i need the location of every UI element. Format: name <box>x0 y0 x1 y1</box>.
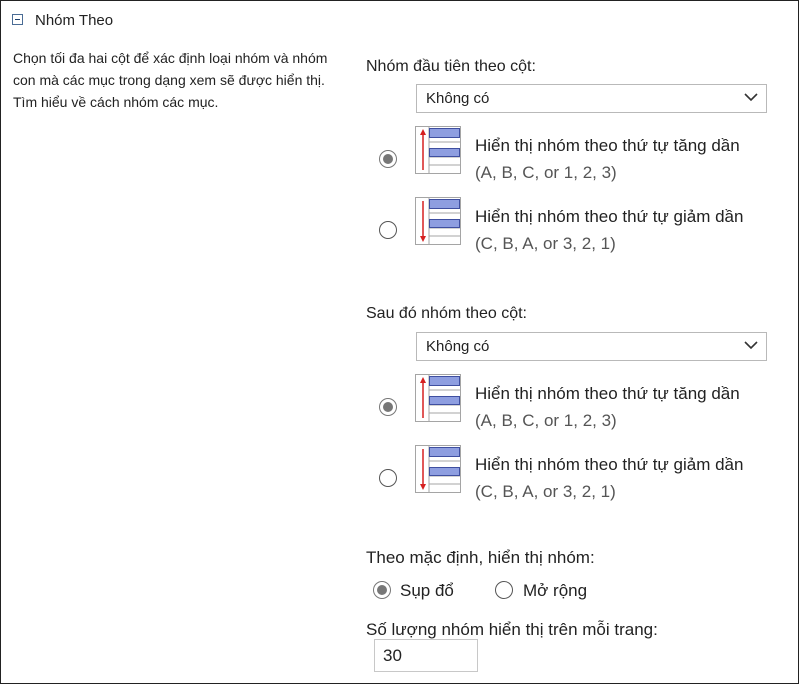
default-display-label: Theo mặc định, hiển thị nhóm: <box>366 548 595 567</box>
second-group-descending-label: Hiển thị nhóm theo thứ tự giảm dần <box>475 455 744 474</box>
collapsed-label[interactable]: Sụp đổ <box>400 581 454 601</box>
group-by-panel: Nhóm Theo Chọn tối đa hai cột để xác địn… <box>0 0 799 684</box>
second-group-descending-radio[interactable] <box>379 469 397 487</box>
chevron-down-icon <box>744 341 758 350</box>
second-group-label: Sau đó nhóm theo cột: <box>366 305 527 322</box>
first-group-ascending-radio[interactable] <box>379 150 397 168</box>
first-group-ascending-label: Hiển thị nhóm theo thứ tự tăng dần <box>475 136 740 155</box>
first-group-descending-hint: (C, B, A, or 3, 2, 1) <box>475 234 616 253</box>
expanded-label[interactable]: Mở rộng <box>523 581 587 601</box>
second-group-ascending-label: Hiển thị nhóm theo thứ tự tăng dần <box>475 384 740 403</box>
first-group-column-select[interactable]: Không có <box>416 84 767 113</box>
second-group-ascending-hint: (A, B, C, or 1, 2, 3) <box>475 411 617 430</box>
second-group-descending-hint: (C, B, A, or 3, 2, 1) <box>475 482 616 501</box>
groups-per-page-label: Số lượng nhóm hiển thị trên mỗi trang: <box>366 620 658 639</box>
chevron-down-icon <box>744 93 758 102</box>
section-title: Nhóm Theo <box>35 12 114 29</box>
sort-descending-icon <box>415 197 461 245</box>
first-group-ascending-hint: (A, B, C, or 1, 2, 3) <box>475 163 617 182</box>
collapsed-radio[interactable] <box>373 581 391 599</box>
groups-per-page-input[interactable] <box>374 639 478 672</box>
sort-ascending-icon <box>415 126 461 174</box>
first-group-label: Nhóm đầu tiên theo cột: <box>366 58 536 75</box>
first-group-descending-label: Hiển thị nhóm theo thứ tự giảm dần <box>475 207 744 226</box>
second-group-ascending-radio[interactable] <box>379 398 397 416</box>
collapse-icon[interactable] <box>12 14 23 25</box>
expanded-radio[interactable] <box>495 581 513 599</box>
first-group-select-value: Không có <box>426 90 490 107</box>
section-description: Chọn tối đa hai cột để xác định loại nhó… <box>13 50 328 110</box>
sort-descending-icon <box>415 445 461 493</box>
first-group-descending-radio[interactable] <box>379 221 397 239</box>
second-group-column-select[interactable]: Không có <box>416 332 767 361</box>
second-group-select-value: Không có <box>426 338 490 355</box>
sort-ascending-icon <box>415 374 461 422</box>
